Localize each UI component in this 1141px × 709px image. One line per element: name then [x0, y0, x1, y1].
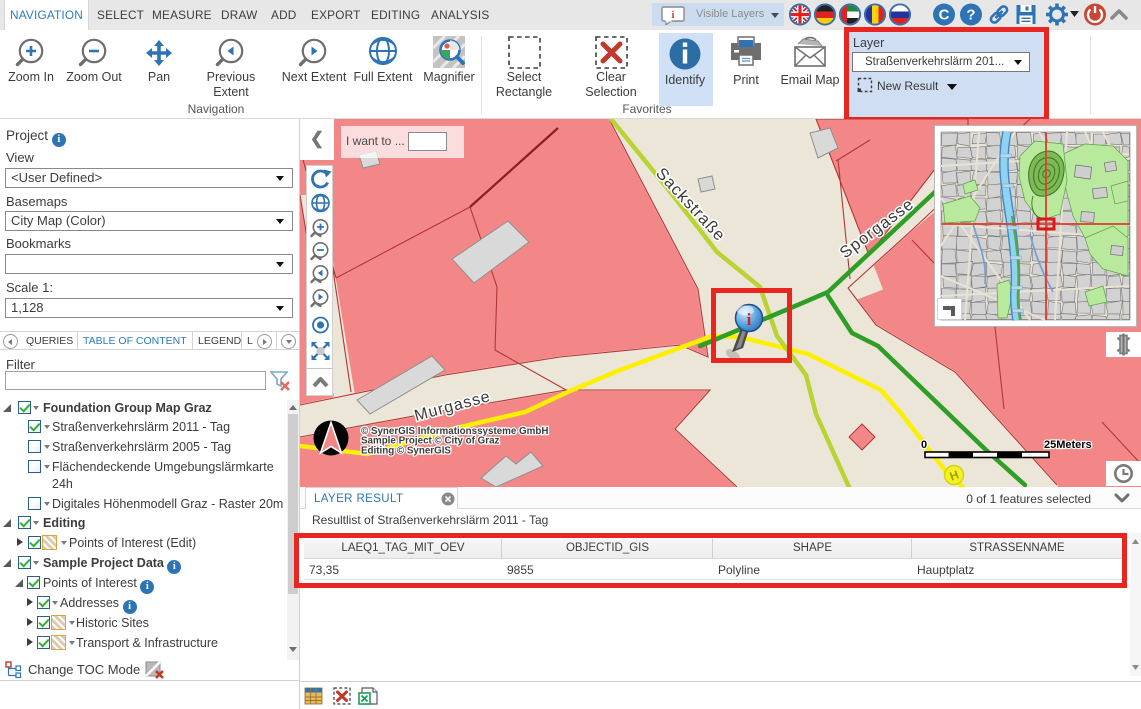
svg-text:Editing © SynerGIS: Editing © SynerGIS [361, 445, 451, 456]
svg-text:0: 0 [921, 439, 927, 451]
svg-text:?: ? [966, 7, 975, 24]
svg-text:25Meters: 25Meters [1044, 439, 1092, 451]
svg-text:C: C [939, 7, 950, 24]
svg-text:i: i [747, 310, 752, 329]
